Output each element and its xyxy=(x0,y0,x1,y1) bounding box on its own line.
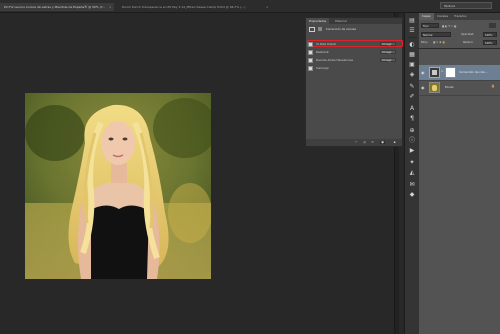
search-input[interactable]: Textura xyxy=(440,2,492,9)
tab-layers[interactable]: Capas xyxy=(419,13,434,20)
filter-icons[interactable]: ▣ ◐ T ▭ ▦ xyxy=(442,25,457,28)
row-label: Decode Ambe Haveshurse xyxy=(316,58,354,62)
info-icon[interactable]: ⓘ xyxy=(408,137,416,145)
paragraph-icon[interactable]: ¶ xyxy=(408,115,416,123)
row-mode-dropdown[interactable]: Corregir xyxy=(380,42,396,46)
view-previous-icon[interactable]: ◎ xyxy=(362,141,367,144)
properties-footer: ⌐ ◎ ↺ ● ▪ xyxy=(306,139,402,146)
character-icon[interactable]: A xyxy=(408,105,416,113)
filter-kind-row: Tipo ▣ ◐ T ▭ ▦ xyxy=(421,23,466,28)
clip-to-layer-icon[interactable]: ⌐ xyxy=(354,141,359,144)
row-checkbox[interactable] xyxy=(308,65,313,71)
fill-label: Relleno: xyxy=(463,41,474,44)
lock-icon: 🔒 xyxy=(491,84,495,88)
tab-paths[interactable]: Trazados xyxy=(451,13,469,20)
tab-properties[interactable]: Propiedades xyxy=(306,18,330,24)
row-checkbox[interactable] xyxy=(308,57,313,63)
divider xyxy=(407,37,417,38)
trash-icon[interactable]: ▪ xyxy=(392,141,397,144)
properties-row[interactable]: Decode Ambe Haveshurse Corregir xyxy=(308,57,400,63)
divider xyxy=(419,48,500,49)
opacity-input[interactable]: 100% xyxy=(483,32,497,37)
row-mode-dropdown[interactable]: Corregir xyxy=(380,58,396,62)
swatches-icon[interactable]: ▣ xyxy=(408,61,416,69)
navigator-icon[interactable]: ◭ xyxy=(408,169,416,177)
layer-thumbnail xyxy=(429,82,440,93)
properties-tab-strip: Propiedades Historial xyxy=(306,18,402,24)
blend-row: Normal Opacidad: 100% xyxy=(421,32,500,37)
layers-tab-strip: Capas Canales Trazados xyxy=(419,13,500,20)
document-tab-2-label: Doom Punch transparence en PS Pay 3.14_M… xyxy=(122,5,246,9)
opacity-label: Opacidad: xyxy=(461,33,475,36)
lock-row: Bloq.: ▦ ✎ ✥ 🔒 Relleno: 100% xyxy=(421,40,500,45)
row-label: Sumergir xyxy=(316,66,329,70)
paths-icon[interactable]: ✦ xyxy=(408,159,416,167)
eye-icon[interactable]: ◉ xyxy=(421,85,426,90)
row-mode-dropdown[interactable]: Corregir xyxy=(380,50,396,54)
document-tab-bar: Pxl Fix Lecons Cursos de Letras y Mientr… xyxy=(0,0,500,13)
color-icon[interactable]: ◈ xyxy=(408,71,416,79)
document-tab-1-label: Pxl Fix Lecons Cursos de Letras y Mientr… xyxy=(4,5,105,9)
layer-name: Corrección de colo... xyxy=(459,70,488,74)
fill-input[interactable]: 100% xyxy=(483,40,497,45)
brush-icon[interactable]: ✎ xyxy=(408,83,416,91)
row-label: Ya Rote Deboll xyxy=(316,42,337,46)
document-image xyxy=(25,93,211,279)
layers-panel: Capas Canales Trazados Tipo ▣ ◐ T ▭ ▦ No… xyxy=(419,13,500,334)
layer-row[interactable]: ◉ Fondo 🔒 xyxy=(419,80,500,96)
row-label: Restraint xyxy=(316,50,329,54)
layer-name: Fondo xyxy=(445,85,454,89)
3d-icon[interactable]: ◆ xyxy=(408,191,416,199)
document-tab-2[interactable]: Doom Punch transparence en PS Pay 3.14_M… xyxy=(118,3,272,11)
eye-icon[interactable]: ◉ xyxy=(421,70,426,75)
lock-icons[interactable]: ▦ ✎ ✥ 🔒 xyxy=(433,40,446,45)
row-checkbox[interactable] xyxy=(308,41,313,47)
close-icon[interactable]: × xyxy=(109,3,112,11)
blend-mode-dropdown[interactable]: Normal xyxy=(421,32,451,37)
styles-icon[interactable]: ▦ xyxy=(408,51,416,59)
properties-header-title: Corrección de colores xyxy=(325,27,356,31)
history-icon[interactable]: ▤ xyxy=(408,17,416,25)
adjustment-thumbnail xyxy=(429,67,440,78)
layer-row[interactable]: ◉ ∞ Corrección de colo... xyxy=(419,65,500,81)
mask-thumbnail[interactable] xyxy=(445,67,456,78)
mask-icon[interactable] xyxy=(317,27,322,31)
properties-row[interactable]: Ya Rote Deboll Corregir xyxy=(308,41,400,47)
adjustment-layer-icon xyxy=(309,26,315,32)
filter-toggle[interactable] xyxy=(489,23,496,28)
properties-row[interactable]: Restraint Corregir xyxy=(308,49,400,55)
properties-panel: Propiedades Historial Corrección de colo… xyxy=(305,17,403,147)
tab-history[interactable]: Historial xyxy=(332,18,350,24)
brush-presets-icon[interactable]: ✐ xyxy=(408,93,416,101)
panel-icon-strip: ▤ ☰ ◐ ▦ ▣ ◈ ✎ ✐ A ¶ ⊕ ⓘ ▶ ✦ ◭ ✉ ◆ xyxy=(404,13,420,334)
notes-icon[interactable]: ✉ xyxy=(408,181,416,189)
properties-header: Corrección de colores xyxy=(309,26,399,33)
actions-icon[interactable]: ▶ xyxy=(408,147,416,155)
layer-kind-dropdown[interactable]: Tipo xyxy=(421,23,439,28)
document-tab-1[interactable]: Pxl Fix Lecons Cursos de Letras y Mientr… xyxy=(0,3,114,11)
adjustments-icon[interactable]: ◐ xyxy=(408,41,416,49)
properties-icon[interactable]: ☰ xyxy=(408,27,416,35)
tab-channels[interactable]: Canales xyxy=(434,13,451,20)
lock-label: Bloq.: xyxy=(421,41,429,44)
close-icon[interactable]: × xyxy=(266,3,269,11)
visibility-icon[interactable]: ● xyxy=(380,141,385,144)
properties-row[interactable]: Sumergir xyxy=(308,65,400,71)
reset-icon[interactable]: ↺ xyxy=(370,141,375,144)
link-icon[interactable]: ∞ xyxy=(441,69,444,73)
clone-source-icon[interactable]: ⊕ xyxy=(408,127,416,135)
row-checkbox[interactable] xyxy=(308,49,313,55)
